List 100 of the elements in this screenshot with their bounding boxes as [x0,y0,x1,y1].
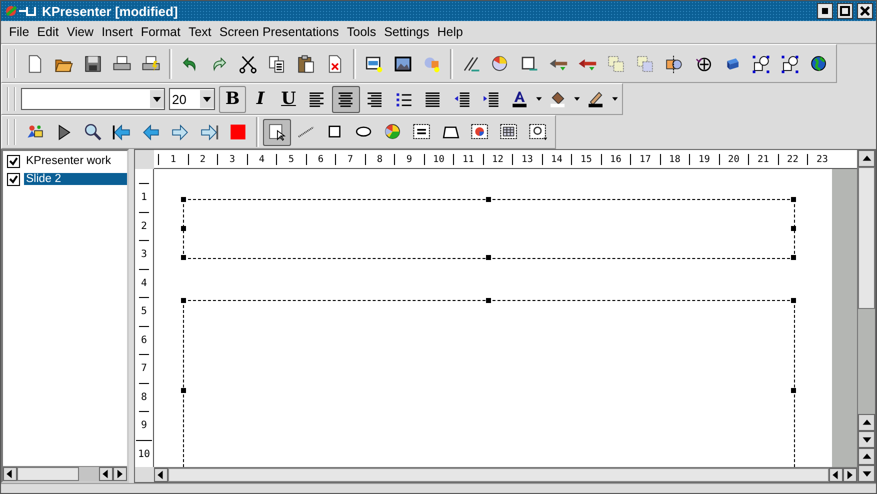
dropdown-arrow-icon[interactable] [573,95,581,103]
ruler-number: 4 [246,154,276,164]
table-icon [499,122,519,142]
ruler-number: 16 [600,154,630,164]
printer-icon [141,54,161,74]
resize-handle[interactable] [791,226,796,231]
resize-handle[interactable] [181,298,186,303]
align-center-button[interactable] [332,86,360,112]
resize-handle[interactable] [181,255,186,260]
minimize-icon [822,8,828,14]
ruler-number: 11 [453,154,482,164]
toolbar-handle[interactable] [7,87,16,111]
scissors-icon [238,54,258,74]
ruler-number: 19 [689,154,718,164]
ruler-number: 7 [138,354,150,382]
resize-handle[interactable] [791,298,796,303]
menu-item[interactable]: Screen Presentations [215,25,343,39]
toolbar-handle[interactable] [7,119,16,145]
checkbox[interactable] [7,172,20,186]
cursor-icon [267,122,287,142]
next-icon [170,122,190,142]
menu-item[interactable]: Settings [380,25,434,39]
resize-handle[interactable] [486,197,491,202]
vertical-scrollbar[interactable] [857,150,875,482]
ruler-number: 2 [138,212,150,240]
dropdown-arrow-icon[interactable] [611,95,619,103]
underline-button[interactable]: U [275,86,302,112]
ruler-number: 2 [188,154,217,164]
ruler-number: 8 [364,154,394,164]
resize-handle[interactable] [181,388,186,393]
menu-item[interactable]: Edit [33,25,63,39]
select-button[interactable] [263,118,291,146]
ruler-number: 18 [660,154,689,164]
resize-handle[interactable] [486,298,491,303]
ruler-number: 22 [778,154,807,164]
ruler-number: 20 [718,154,748,164]
resize-handle[interactable] [791,197,796,202]
bold-button[interactable]: B [219,86,246,112]
menu-item[interactable]: Tools [342,25,380,39]
stop-icon [228,122,248,142]
slide-list-item[interactable]: Slide 2 [24,173,127,185]
ruler-number: 1 [158,154,188,164]
maximize-button[interactable] [837,3,853,19]
ruler-number: 14 [542,154,571,164]
group-icon [751,54,771,74]
font-size-field[interactable]: 20 [169,88,215,110]
ruler-number: 4 [138,268,150,297]
checkbox[interactable] [7,154,20,168]
copy-icon [267,54,287,74]
ruler-number: 13 [512,154,542,164]
palette-icon [490,54,510,74]
resize-handle[interactable] [791,255,796,260]
ruler-number: 17 [630,154,660,164]
italic-button[interactable]: I [247,86,274,112]
menu-item[interactable]: Insert [98,25,137,39]
chart-icon [470,122,490,142]
menu-item[interactable]: View [62,25,98,39]
ruler-number: 12 [482,154,512,164]
resize-handle[interactable] [181,197,186,202]
slide-list-item[interactable]: KPresenter work [24,155,127,167]
pie-icon [383,122,403,142]
menu-item[interactable]: Help [433,25,467,39]
ruler-number: 6 [138,326,150,354]
ruler-number: 15 [571,154,600,164]
ruler-number: 1 [138,183,150,212]
maximize-icon [840,6,850,16]
horizontal-scrollbar[interactable] [3,466,127,481]
menu-item[interactable]: Format [136,25,184,39]
globe-icon [809,54,829,74]
menu-item[interactable]: File [5,25,34,39]
clipboard-icon [296,54,316,74]
ruler-number: 6 [306,154,335,164]
app-logo-icon [4,4,38,18]
ruler-number: 8 [138,382,150,411]
toolbar-handle[interactable] [7,48,16,78]
stack-icon [635,54,655,74]
ruler-number: 7 [335,154,364,164]
dropdown-arrow-icon[interactable] [535,95,543,103]
align-icon [664,54,684,74]
close-button[interactable] [857,3,873,19]
ruler-number: 3 [138,240,150,268]
font-field[interactable] [21,88,165,110]
ruler-number: 21 [748,154,778,164]
ruler-number: 23 [807,154,836,164]
stack-icon [606,54,626,74]
last-icon [199,122,219,142]
text-box-icon [412,122,432,142]
search-icon [83,122,103,142]
resize-handle[interactable] [791,388,796,393]
close-icon [860,6,870,16]
minimize-button[interactable] [817,3,833,19]
menu-item[interactable]: Text [184,25,216,39]
resize-handle[interactable] [486,255,491,260]
resize-handle[interactable] [181,226,186,231]
previous-icon [141,122,161,142]
canvas-horizontal-scrollbar[interactable] [154,467,857,482]
window-title: KPresenter [modified] [42,4,179,18]
ungroup-icon [780,54,800,74]
ruler-number: 9 [394,154,424,164]
ruler-number: 5 [138,297,150,326]
